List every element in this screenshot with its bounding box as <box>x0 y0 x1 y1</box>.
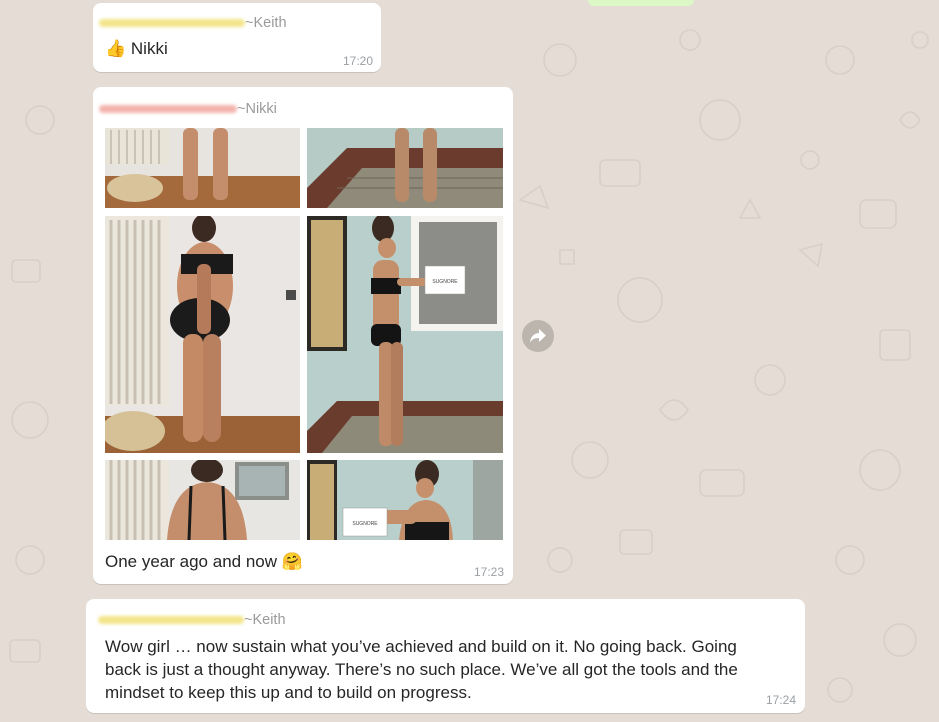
message-time: 17:24 <box>765 693 796 707</box>
outgoing-bubble-edge <box>588 0 694 6</box>
message-time: 17:23 <box>473 565 504 579</box>
photo-before-front[interactable] <box>105 128 300 208</box>
redacted-phone <box>99 105 237 114</box>
sender-name[interactable]: ~Keith <box>244 612 286 628</box>
message-time: 17:20 <box>342 54 373 68</box>
photo-after-side[interactable]: SUGNORE <box>307 216 503 453</box>
sender-row: ~Nikki <box>99 101 277 119</box>
card-text: SUGNORE <box>352 521 378 527</box>
sender-row: ~Keith <box>99 15 287 33</box>
message-text: Wow girl … now sustain what you’ve achie… <box>105 637 738 702</box>
caption-text: One year ago and now <box>105 552 278 571</box>
sender-name[interactable]: ~Keith <box>245 15 287 31</box>
message-text: Nikki <box>130 39 168 58</box>
message-bubble-2[interactable]: ~Nikki SUGNORE SUGNORE One year ago and … <box>93 87 513 584</box>
sender-row: ~Keith <box>98 612 286 630</box>
photo-before-side[interactable] <box>105 216 300 453</box>
redacted-phone <box>98 616 244 625</box>
message-text-row: 👍 Nikki <box>105 37 168 60</box>
photo-after-front[interactable] <box>307 128 503 208</box>
caption-row: One year ago and now 🤗 <box>105 550 303 573</box>
message-bubble-3[interactable]: ~Keith Wow girl … now sustain what you’v… <box>86 599 805 713</box>
message-bubble-1[interactable]: ~Keith 👍 Nikki 17:20 <box>93 3 381 72</box>
card-text: SUGNORE <box>432 279 458 285</box>
forward-arrow-icon <box>530 329 546 343</box>
forward-button[interactable] <box>522 320 554 352</box>
photo-after-card[interactable]: SUGNORE <box>307 460 503 540</box>
hugging-face-emoji: 🤗 <box>281 552 303 571</box>
photo-before-back[interactable] <box>105 460 300 540</box>
redacted-phone <box>99 19 245 28</box>
thumbs-up-emoji: 👍 <box>105 39 127 58</box>
sender-name[interactable]: ~Nikki <box>237 101 277 117</box>
